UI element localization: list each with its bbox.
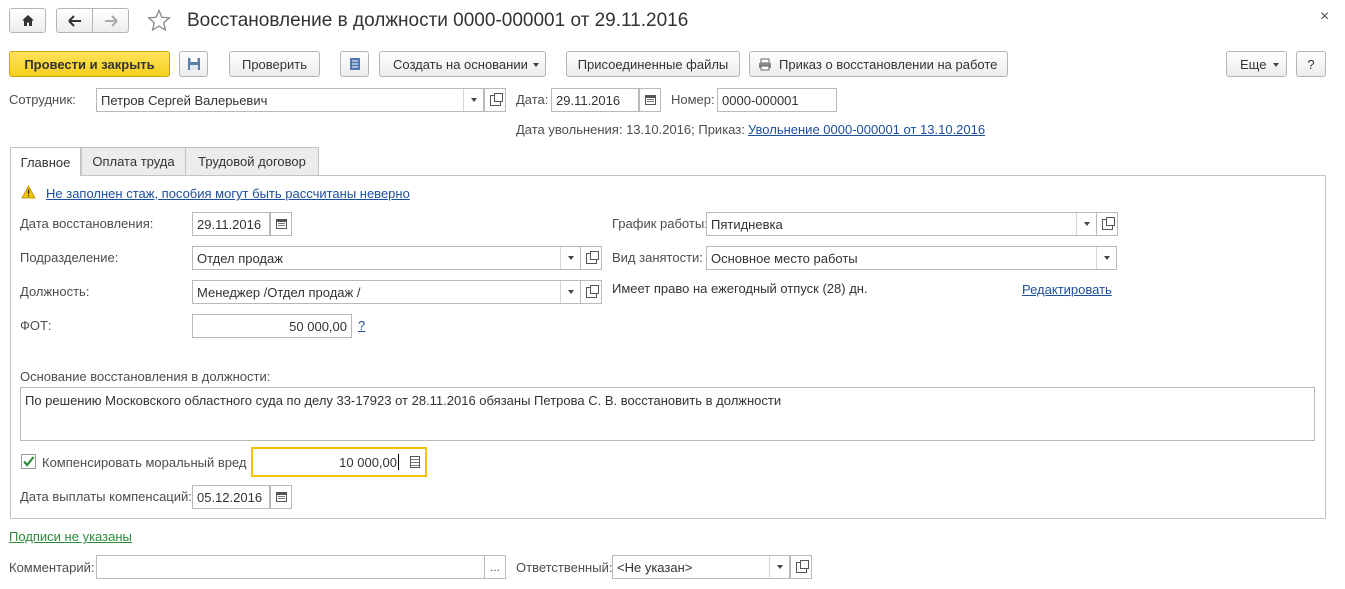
basis-textarea[interactable]: По решению Московского областного суда п…	[20, 387, 1315, 441]
restore-date-label: Дата восстановления:	[20, 216, 154, 231]
basis-label: Основание восстановления в должности:	[20, 369, 271, 384]
date-calendar-button[interactable]	[639, 88, 661, 112]
document-list-icon	[349, 58, 360, 70]
chevron-down-icon[interactable]	[769, 556, 789, 578]
signatures-link[interactable]: Подписи не указаны	[9, 529, 132, 545]
employee-label: Сотрудник:	[9, 92, 76, 107]
calendar-icon	[644, 95, 656, 105]
employment-type-label: Вид занятости:	[612, 250, 703, 265]
arrow-left-icon	[67, 14, 81, 27]
warning-icon	[21, 185, 36, 202]
department-open-button[interactable]	[580, 246, 602, 270]
tab-labor-contract[interactable]: Трудовой договор	[185, 147, 319, 175]
dismissal-order-link[interactable]: Увольнение 0000-000001 от 13.10.2016	[748, 122, 985, 138]
comment-label: Комментарий:	[9, 560, 95, 575]
open-form-icon	[1101, 216, 1115, 230]
restore-date-calendar-button[interactable]	[270, 212, 292, 236]
schedule-label: График работы:	[612, 216, 708, 231]
responsible-open-button[interactable]	[790, 555, 812, 579]
chevron-down-icon[interactable]	[560, 281, 580, 303]
check-icon	[23, 456, 35, 467]
department-value: Отдел продаж	[197, 250, 283, 266]
tab-main[interactable]: Главное	[10, 147, 81, 176]
chevron-down-icon[interactable]	[1076, 213, 1096, 235]
compensate-amount-field[interactable]: 10 000,00	[251, 447, 427, 477]
responsible-label: Ответственный:	[516, 560, 613, 575]
date-field[interactable]: 29.11.2016	[551, 88, 639, 112]
post-and-close-button[interactable]: Провести и закрыть	[9, 51, 170, 77]
comment-field[interactable]	[96, 555, 485, 579]
schedule-value: Пятидневка	[711, 216, 783, 232]
compensate-checkbox[interactable]	[21, 454, 36, 469]
print-order-label: Приказ о восстановлении на работе	[779, 56, 998, 72]
position-value: Менеджер /Отдел продаж /	[197, 284, 361, 300]
schedule-field[interactable]: Пятидневка	[706, 212, 1097, 236]
chevron-down-icon	[1273, 63, 1279, 67]
compensate-label: Компенсировать моральный вред	[42, 455, 247, 470]
restore-date-field[interactable]: 29.11.2016	[192, 212, 270, 236]
home-button[interactable]	[9, 8, 46, 33]
chevron-down-icon[interactable]	[463, 89, 483, 111]
back-button[interactable]	[56, 8, 93, 33]
comment-select-button[interactable]: ...	[484, 555, 506, 579]
more-button[interactable]: Еще	[1226, 51, 1287, 77]
open-form-icon	[489, 92, 503, 106]
employee-open-button[interactable]	[484, 88, 506, 112]
check-button[interactable]: Проверить	[229, 51, 320, 77]
employment-type-field[interactable]: Основное место работы	[706, 246, 1117, 270]
payment-date-label: Дата выплаты компенсаций:	[20, 489, 192, 504]
calendar-icon	[275, 492, 287, 502]
payroll-help-link[interactable]: ?	[358, 318, 365, 334]
payroll-label: ФОТ:	[20, 318, 52, 333]
open-form-icon	[795, 559, 809, 573]
close-icon[interactable]: ×	[1320, 8, 1329, 26]
employee-value: Петров Сергей Валерьевич	[101, 92, 268, 108]
create-based-on-button[interactable]: Создать на основании	[379, 51, 546, 77]
date-label: Дата:	[516, 92, 549, 107]
attached-files-button[interactable]: Присоединенные файлы	[566, 51, 740, 77]
help-button[interactable]: ?	[1296, 51, 1326, 77]
print-order-button[interactable]: Приказ о восстановлении на работе	[749, 51, 1008, 77]
responsible-field[interactable]: <Не указан>	[612, 555, 790, 579]
chevron-down-icon[interactable]	[560, 247, 580, 269]
create-based-on-label: Создать на основании	[393, 56, 528, 72]
position-field[interactable]: Менеджер /Отдел продаж /	[192, 280, 581, 304]
payment-date-field[interactable]: 05.12.2016	[192, 485, 270, 509]
favorite-star-icon[interactable]	[147, 8, 171, 35]
structure-button[interactable]	[340, 51, 369, 77]
floppy-disk-icon	[187, 58, 200, 70]
calculator-icon[interactable]	[410, 456, 420, 468]
responsible-value: <Не указан>	[617, 559, 693, 575]
position-label: Должность:	[20, 284, 90, 299]
open-form-icon	[585, 284, 599, 298]
window-title: Восстановление в должности 0000-000001 о…	[187, 10, 689, 31]
chevron-down-icon	[533, 63, 539, 67]
employment-type-value: Основное место работы	[711, 250, 858, 266]
text-cursor	[398, 454, 399, 470]
save-button[interactable]	[179, 51, 208, 77]
arrow-right-icon	[104, 14, 118, 27]
compensate-amount-value: 10 000,00	[339, 454, 397, 470]
number-label: Номер:	[671, 92, 715, 107]
dismissal-info: Дата увольнения: 13.10.2016; Приказ:	[516, 122, 745, 137]
open-form-icon	[585, 250, 599, 264]
position-open-button[interactable]	[580, 280, 602, 304]
vacation-info: Имеет право на ежегодный отпуск (28) дн.	[612, 281, 868, 296]
printer-icon	[759, 58, 771, 70]
payment-date-calendar-button[interactable]	[270, 485, 292, 509]
home-icon	[21, 15, 34, 26]
more-label: Еще	[1240, 56, 1267, 72]
number-field[interactable]: 0000-000001	[717, 88, 837, 112]
payroll-field[interactable]: 50 000,00	[192, 314, 352, 338]
employee-field[interactable]: Петров Сергей Валерьевич	[96, 88, 484, 112]
department-field[interactable]: Отдел продаж	[192, 246, 581, 270]
edit-vacation-link[interactable]: Редактировать	[1022, 282, 1112, 298]
chevron-down-icon[interactable]	[1096, 247, 1116, 269]
forward-button[interactable]	[92, 8, 129, 33]
schedule-open-button[interactable]	[1096, 212, 1118, 236]
experience-warning-link[interactable]: Не заполнен стаж, пособия могут быть рас…	[46, 186, 410, 202]
tab-payment[interactable]: Оплата труда	[81, 147, 186, 175]
department-label: Подразделение:	[20, 250, 119, 265]
calendar-icon	[275, 219, 287, 229]
